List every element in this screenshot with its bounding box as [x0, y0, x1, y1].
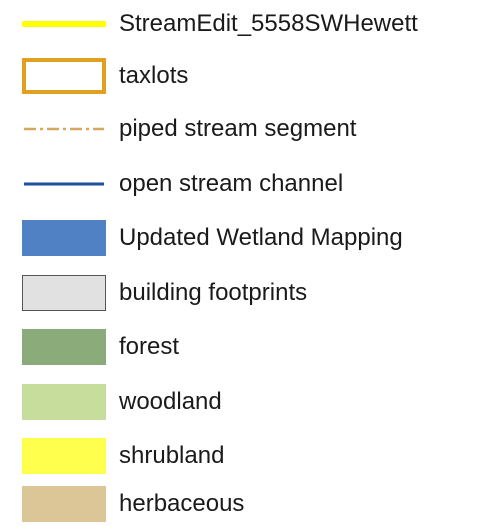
legend-label: herbaceous [119, 490, 245, 517]
legend-label: building footprints [119, 279, 308, 306]
legend-item-shrubland: shrubland [0, 436, 497, 476]
legend-label: woodland [119, 388, 222, 415]
shrubland-fill-symbol [22, 438, 106, 474]
map-legend: StreamEdit_5558SWHewett taxlots piped st… [0, 0, 497, 526]
legend-label: forest [119, 333, 180, 360]
forest-fill-symbol [22, 329, 106, 365]
herbaceous-fill-symbol [22, 486, 106, 522]
legend-label: open stream channel [119, 170, 344, 197]
taxlots-outline-symbol [22, 58, 106, 94]
legend-item-wetland: Updated Wetland Mapping [0, 218, 497, 258]
building-fill-symbol [22, 275, 106, 311]
legend-item-open-stream: open stream channel [0, 164, 497, 204]
legend-item-buildings: building footprints [0, 273, 497, 313]
woodland-fill-symbol [22, 384, 106, 420]
legend-label: Updated Wetland Mapping [119, 224, 403, 251]
legend-label: taxlots [119, 62, 189, 89]
legend-item-forest: forest [0, 327, 497, 367]
legend-item-piped-stream: piped stream segment [0, 109, 497, 149]
legend-label: StreamEdit_5558SWHewett [119, 10, 418, 37]
wetland-fill-symbol [22, 220, 106, 256]
legend-item-taxlots: taxlots [0, 56, 497, 96]
legend-item-streamedit: StreamEdit_5558SWHewett [0, 4, 497, 44]
open-stream-line-symbol [24, 182, 104, 186]
legend-item-herbaceous: herbaceous [0, 484, 497, 524]
piped-stream-line-symbol [24, 127, 104, 131]
stream-edit-line-symbol [22, 21, 106, 27]
legend-label: shrubland [119, 442, 225, 469]
legend-item-woodland: woodland [0, 382, 497, 422]
legend-label: piped stream segment [119, 115, 357, 142]
